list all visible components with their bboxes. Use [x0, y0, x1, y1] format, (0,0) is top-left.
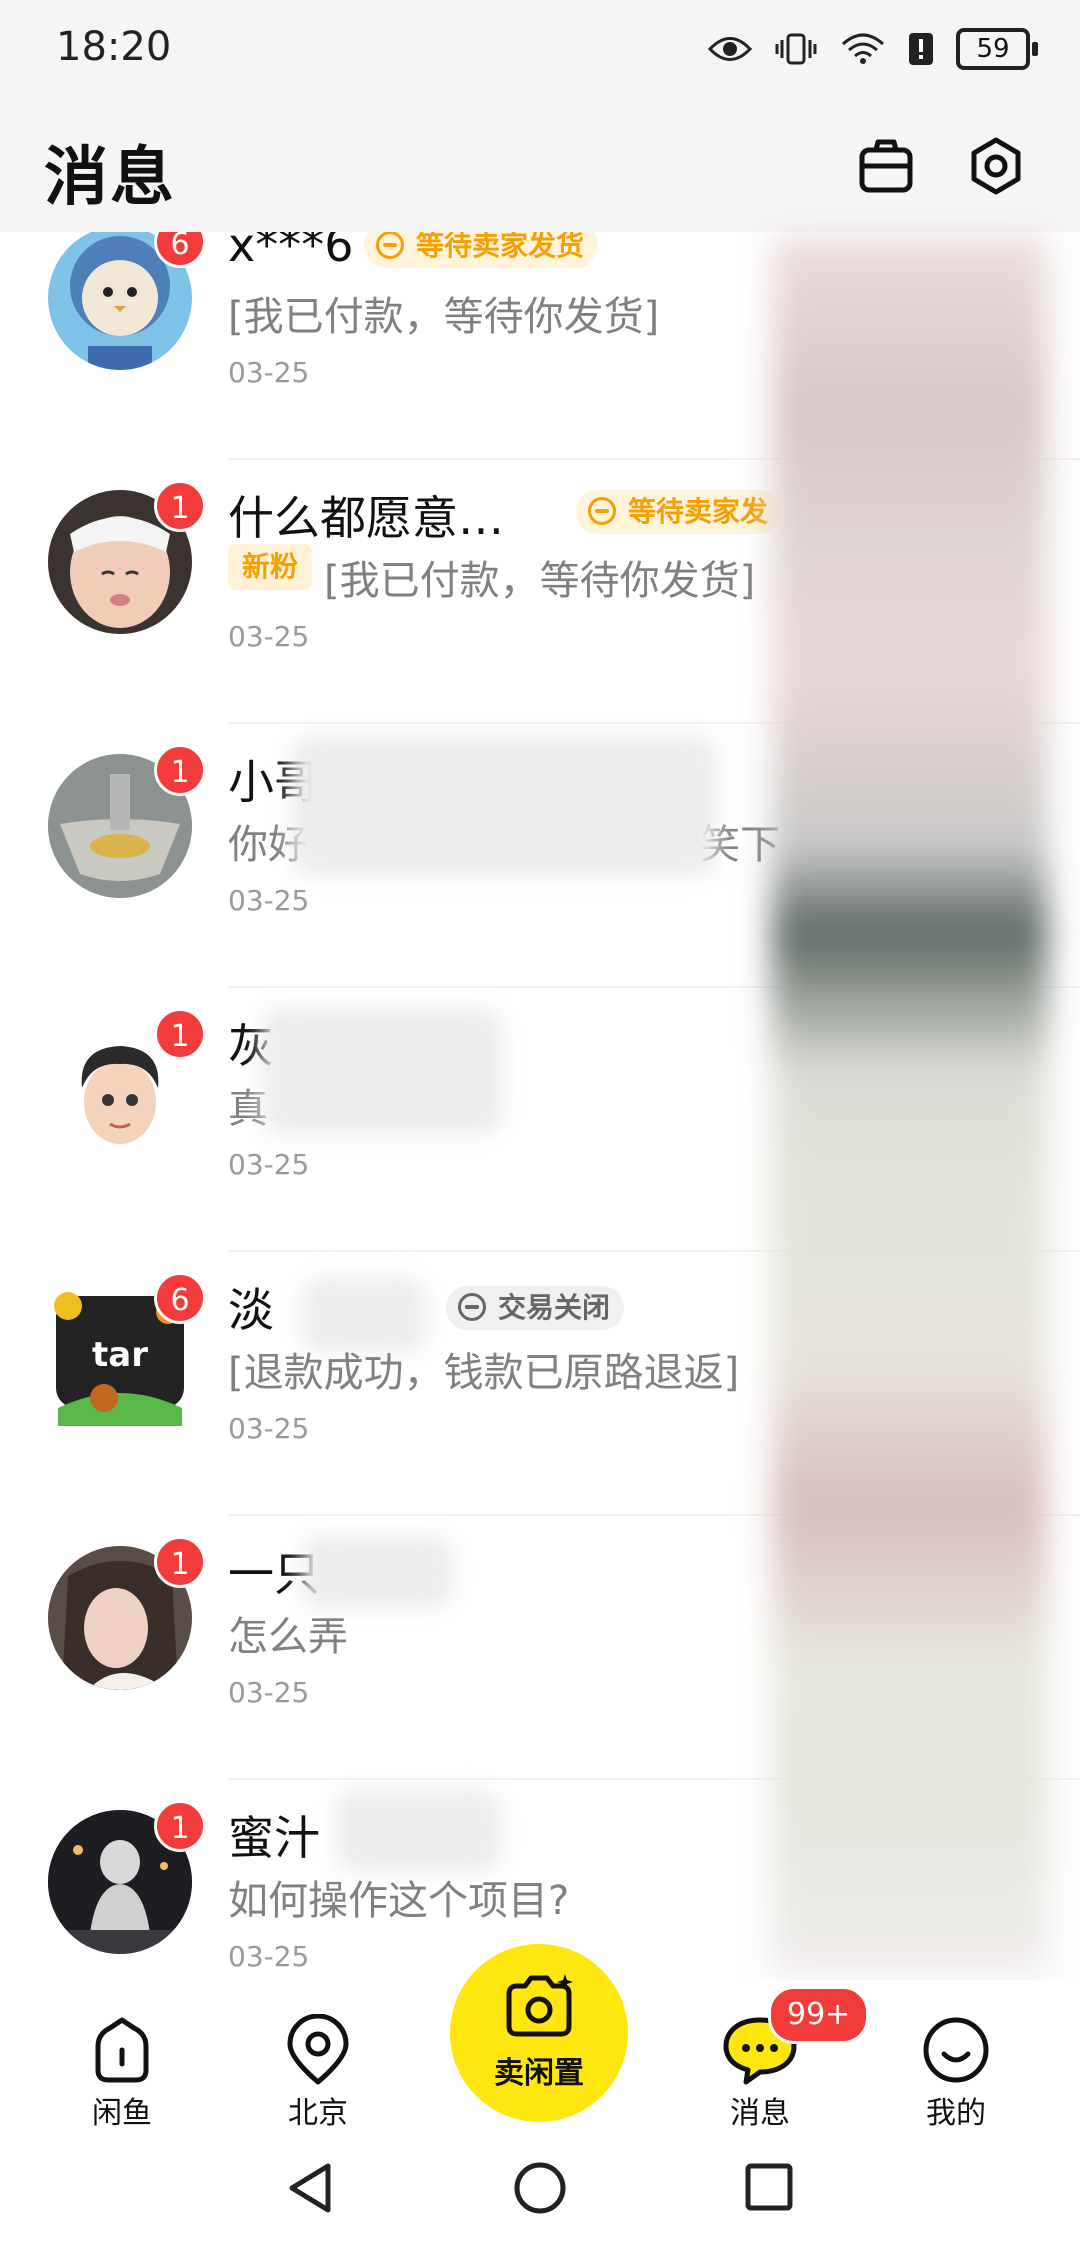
briefcase-icon[interactable] — [856, 136, 916, 196]
home-icon — [95, 2017, 149, 2083]
system-nav-bar — [0, 2130, 1080, 2244]
camera-icon — [506, 1974, 573, 2037]
conversation-message: [退款成功，钱款已原路退返] — [228, 1350, 740, 1396]
settings-icon[interactable] — [966, 136, 1026, 196]
conversation-name: 蜜汁 — [228, 1811, 320, 1865]
page-title: 消息 — [44, 141, 176, 215]
tab-me[interactable]: 我的 — [886, 2014, 1026, 2132]
conversation-message: 怎么弄 — [228, 1614, 348, 1660]
unread-badge: 1 — [154, 744, 206, 796]
status-time: 18:20 — [56, 24, 172, 70]
svg-text:tar: tar — [92, 1335, 148, 1375]
sell-label: 卖闲置 — [494, 2056, 584, 2091]
conversation-message: [我已付款，等待你发货] — [324, 558, 756, 604]
wifi-icon — [841, 33, 885, 64]
status-tag: 等待卖家发货 — [364, 232, 599, 268]
conversation-message: [我已付款，等待你发货] — [228, 294, 660, 340]
back-icon[interactable] — [284, 2160, 336, 2216]
conversation-name: 淡 — [228, 1283, 274, 1337]
redacted-area — [292, 736, 716, 876]
conversation-date: 03-25 — [228, 1148, 310, 1181]
new-fan-tag: 新粉 — [228, 544, 312, 590]
tab-label: 闲鱼 — [92, 2096, 152, 2131]
conversation-date: 03-25 — [228, 620, 310, 653]
closed-icon — [458, 1293, 486, 1321]
tab-location[interactable]: 北京 — [248, 2014, 388, 2132]
redacted-area — [336, 1790, 500, 1872]
status-tag: 等待卖家发 — [576, 490, 783, 534]
unread-badge: 6 — [154, 1272, 206, 1324]
pending-icon — [376, 232, 404, 259]
tab-home[interactable]: 闲鱼 — [52, 2014, 192, 2132]
home-nav-icon[interactable] — [512, 2160, 568, 2216]
redacted-area — [262, 1008, 502, 1134]
conversation-name: 什么都愿意… — [228, 491, 504, 545]
status-bar: 18:20 59 — [0, 0, 1080, 100]
header: 消息 — [0, 100, 1080, 232]
conversation-message: 如何操作这个项目? — [228, 1878, 570, 1924]
unread-badge: 1 — [154, 1800, 206, 1852]
conversation-date: 03-25 — [228, 884, 310, 917]
conversation-date: 03-25 — [228, 1676, 310, 1709]
unread-badge: 1 — [154, 480, 206, 532]
redacted-thumbnails — [772, 236, 1048, 1976]
recents-icon[interactable] — [744, 2162, 794, 2212]
sell-button[interactable]: 卖闲置 — [450, 1944, 628, 2122]
battery-indicator: 59 — [956, 28, 1038, 70]
pending-icon — [588, 497, 616, 525]
redacted-area — [302, 1536, 452, 1608]
smile-icon — [923, 2017, 989, 2083]
status-icons: 59 — [708, 24, 1038, 74]
tab-label: 北京 — [288, 2096, 348, 2131]
location-icon — [287, 2014, 349, 2085]
eye-icon — [708, 37, 752, 61]
unread-badge: 1 — [154, 1536, 206, 1588]
conversation-date: 03-25 — [228, 1940, 310, 1973]
tab-label: 消息 — [730, 2096, 790, 2131]
tab-label: 我的 — [926, 2096, 986, 2131]
status-tag: 交易关闭 — [446, 1286, 625, 1330]
unread-badge: 1 — [154, 1008, 206, 1060]
conversation-name: x***6 — [228, 232, 354, 272]
alert-icon — [909, 33, 933, 65]
vibrate-icon — [775, 33, 817, 65]
conversation-date: 03-25 — [228, 356, 310, 389]
conversation-date: 03-25 — [228, 1412, 310, 1445]
messages-count-badge: 99+ — [768, 1986, 870, 2044]
